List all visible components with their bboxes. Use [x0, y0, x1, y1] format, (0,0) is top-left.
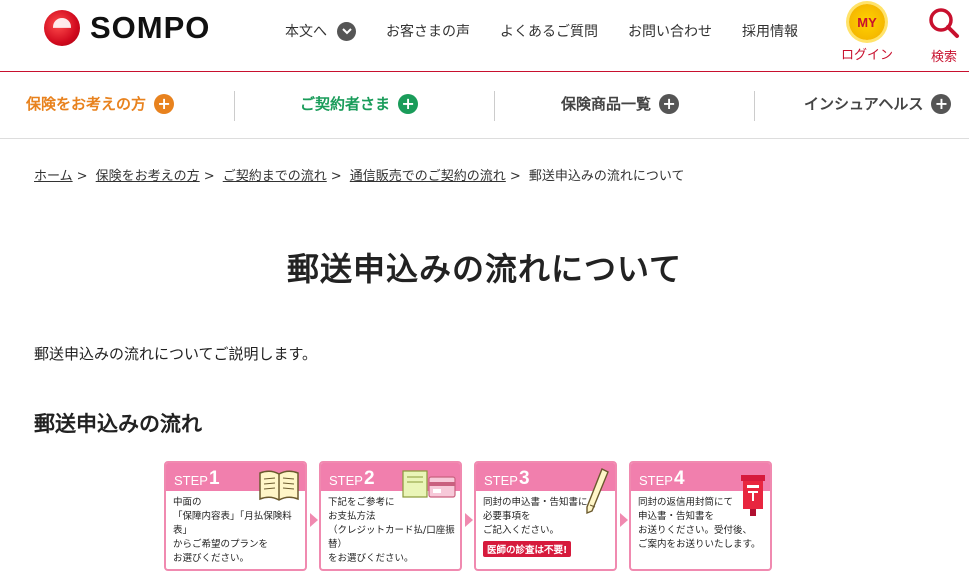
utility-nav: 本文へ お客さまの声 よくあるご質問 お問い合わせ 採用情報 — [285, 21, 828, 41]
arrow-right-icon — [465, 513, 473, 527]
section-title: 郵送申込みの流れ — [34, 412, 202, 436]
my-badge-icon: MY — [849, 4, 885, 40]
category-label: ご契約者さま — [300, 95, 391, 113]
step-card-3: STEP 3 同封の申込書・告知書に 必要事項を ご記入ください。 医師の診査は不… — [474, 461, 617, 571]
plus-icon: + — [398, 93, 419, 114]
skip-to-content-label: 本文へ — [285, 24, 327, 40]
category-policyholders[interactable]: ご契約者さま + — [300, 93, 419, 114]
breadcrumb-mail-order-flow[interactable]: 通信販売でのご契約の流れ — [350, 169, 506, 184]
category-label: 保険をお考えの方 — [26, 95, 147, 113]
search-icon — [927, 8, 961, 44]
category-insurhealth[interactable]: インシュアヘルス + — [804, 93, 952, 114]
category-label: インシュアヘルス — [804, 95, 924, 113]
logo-text: SOMPO — [90, 10, 211, 45]
sompo-logo[interactable]: SOMPO — [44, 10, 210, 46]
step-label: STEP — [329, 473, 363, 488]
mailbox-icon — [739, 473, 767, 521]
category-label: 保険商品一覧 — [561, 95, 652, 113]
category-prospects[interactable]: 保険をお考えの方 + — [26, 93, 175, 114]
step-label: STEP — [174, 473, 208, 488]
no-medical-exam-badge: 医師の診査は不要! — [483, 541, 572, 557]
open-book-icon — [258, 467, 300, 507]
breadcrumb-current: 郵送申込みの流れについて — [528, 169, 685, 184]
lead-text: 郵送申込みの流れについてご説明します。 — [34, 345, 318, 363]
step-number: 3 — [518, 468, 530, 489]
divider — [234, 91, 235, 121]
chevron-down-icon — [337, 21, 356, 41]
contact-link[interactable]: お問い合わせ — [628, 21, 712, 41]
category-products[interactable]: 保険商品一覧 + — [561, 93, 680, 114]
skip-to-content-link[interactable]: 本文へ — [285, 21, 356, 41]
plus-icon: + — [659, 93, 680, 114]
step-flow: STEP 1 中面の 「保障内容表」「月払保険料表」 からご希望のプランを お選び… — [164, 461, 776, 571]
page-title: 郵送申込みの流れについて — [286, 250, 683, 288]
search-label: 検索 — [930, 50, 957, 65]
payment-cards-icon — [399, 467, 459, 509]
step-label: STEP — [639, 473, 673, 488]
breadcrumb-prospects[interactable]: 保険をお考えの方 — [96, 169, 200, 184]
recruit-link[interactable]: 採用情報 — [742, 21, 798, 41]
plus-icon: + — [931, 93, 952, 114]
category-nav: 保険をお考えの方 + ご契約者さま + 保険商品一覧 + インシュアヘルス + — [0, 73, 969, 139]
logo-mark-icon — [44, 10, 80, 46]
pen-icon — [584, 467, 610, 521]
step-card-2: STEP 2 下記をご参考に お支払方法 （クレジットカード払/口座振替） をお選… — [319, 461, 462, 571]
step-number: 2 — [363, 468, 375, 489]
faq-link[interactable]: よくあるご質問 — [500, 21, 598, 41]
breadcrumb-home[interactable]: ホーム — [34, 169, 73, 184]
login-button[interactable]: MY ログイン — [838, 4, 896, 63]
login-label: ログイン — [840, 48, 893, 63]
step-number: 4 — [673, 468, 685, 489]
site-header: SOMPO 本文へ お客さまの声 よくあるご質問 お問い合わせ 採用情報 MY … — [0, 0, 969, 72]
divider — [754, 91, 755, 121]
breadcrumb: ホーム > 保険をお考えの方 > ご契約までの流れ > 通信販売でのご契約の流れ > 郵… — [34, 169, 685, 184]
plus-icon: + — [154, 93, 175, 114]
arrow-right-icon — [620, 513, 628, 527]
divider — [494, 91, 495, 121]
step-card-1: STEP 1 中面の 「保障内容表」「月払保険料表」 からご希望のプランを お選び… — [164, 461, 307, 571]
breadcrumb-contract-flow[interactable]: ご契約までの流れ — [223, 169, 327, 184]
customer-voice-link[interactable]: お客さまの声 — [386, 21, 470, 41]
arrow-right-icon — [310, 513, 318, 527]
step-label: STEP — [484, 473, 518, 488]
step-card-4: STEP 4 同封の返信用封筒にて 申込書・告知書を お送りください。受付後、 ご… — [629, 461, 772, 571]
step-number: 1 — [208, 468, 220, 489]
search-button[interactable]: 検索 — [924, 6, 964, 65]
